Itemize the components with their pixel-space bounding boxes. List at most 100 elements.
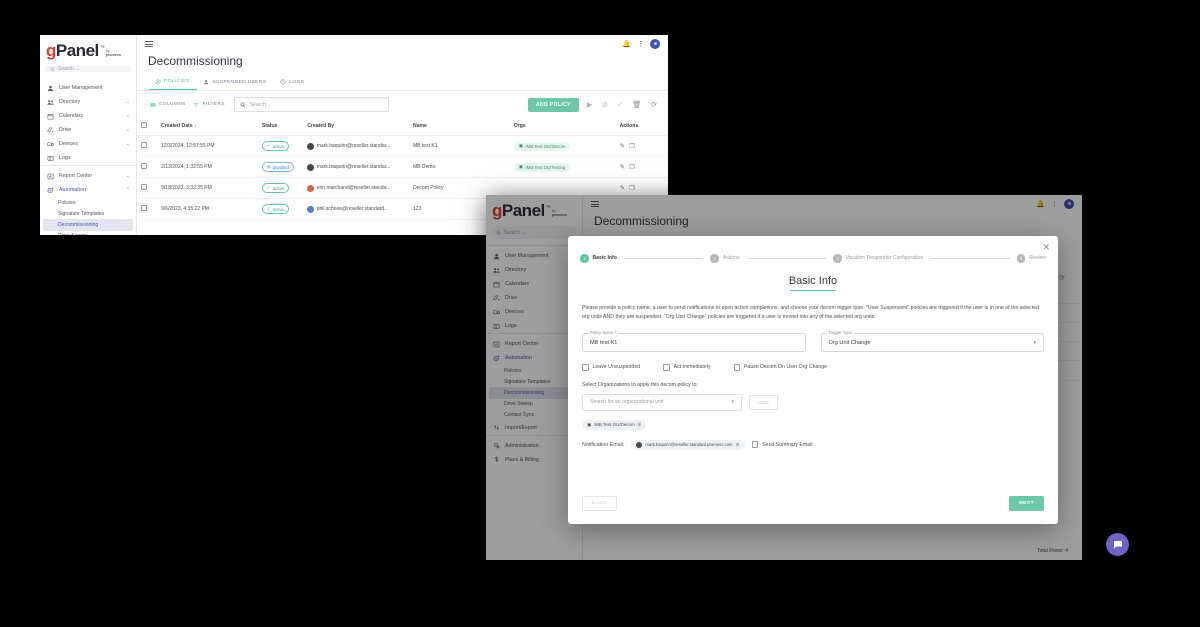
- sidebar-subitem-policies[interactable]: Policies: [40, 197, 136, 208]
- copy-icon[interactable]: ❐: [629, 143, 635, 150]
- sidebar-subitem-decommissioning[interactable]: Decommissioning: [43, 219, 133, 231]
- sidebar-subitem-signature-templates[interactable]: Signature Templates: [40, 208, 136, 219]
- checkbox-label: Send Summary Email: [762, 441, 813, 448]
- kebab-menu-icon[interactable]: ⋮: [637, 40, 644, 48]
- check-icon[interactable]: ✓: [616, 100, 624, 109]
- trash-icon[interactable]: 🗑: [631, 100, 643, 109]
- policy-name-field[interactable]: Policy Name * MB test K1: [582, 330, 806, 353]
- remove-icon[interactable]: ⊗: [637, 422, 641, 428]
- gpanel-logo: g Panel ™ by promevo: [486, 195, 582, 224]
- leave-unsuspended-checkbox[interactable]: Leave Unsuspended: [582, 364, 640, 371]
- checkbox-box: [751, 441, 759, 448]
- bell-icon[interactable]: 🔔: [1036, 200, 1045, 208]
- sidebar-subitem-drive-sweep[interactable]: Drive Sweep: [40, 231, 136, 235]
- sidebar-item-label: Drive: [59, 127, 72, 133]
- row-checkbox[interactable]: [141, 184, 147, 190]
- step-review[interactable]: 4 Review: [1016, 254, 1046, 263]
- row-checkbox-cell[interactable]: [137, 198, 158, 220]
- user-avatar[interactable]: [1064, 199, 1074, 209]
- kebab-menu-icon[interactable]: ⋮: [1051, 200, 1058, 208]
- select-all-checkbox[interactable]: [141, 122, 147, 128]
- copy-icon[interactable]: ❐: [629, 185, 635, 192]
- chat-fab-button[interactable]: [1106, 533, 1129, 556]
- row-checkbox[interactable]: [141, 163, 147, 169]
- tab-logs[interactable]: LOGS: [274, 74, 312, 90]
- column-created-date[interactable]: Created Date ↓: [157, 117, 258, 136]
- send-summary-email-checkbox[interactable]: Send Summary Email: [751, 441, 813, 448]
- sidebar-item-devices[interactable]: Devices ⌄: [40, 137, 136, 151]
- total-rows-label: Total Rows: 4: [1036, 548, 1068, 554]
- column-name[interactable]: Name: [409, 117, 510, 136]
- sidebar-win1: g Panel ™ by promevo Search ... User Mana…: [40, 35, 137, 235]
- add-policy-button[interactable]: ADD POLICY: [527, 97, 579, 112]
- user-avatar[interactable]: [650, 39, 660, 49]
- refresh-icon[interactable]: ⟳: [1058, 273, 1066, 282]
- sidebar-search-input[interactable]: Search ...: [46, 66, 130, 72]
- remove-icon[interactable]: ⊗: [736, 442, 740, 448]
- sidebar-item-label: Administration: [505, 442, 539, 449]
- gear-icon: [46, 186, 54, 194]
- chevron-down-icon: ⌄: [125, 127, 130, 133]
- block-icon[interactable]: ⊘: [601, 100, 609, 109]
- next-button[interactable]: NEXT: [1009, 496, 1044, 511]
- back-button[interactable]: BACK: [582, 496, 618, 511]
- column-created-by[interactable]: Created By: [303, 117, 410, 136]
- row-checkbox-cell[interactable]: [137, 135, 158, 157]
- column-orgs[interactable]: Orgs: [509, 117, 616, 136]
- step-connector: [623, 257, 704, 259]
- menu-toggle-icon[interactable]: [591, 201, 599, 207]
- policy-name-input[interactable]: MB test K1: [582, 333, 806, 353]
- sidebar-search-input[interactable]: Search ...: [492, 226, 576, 239]
- row-checkbox-cell[interactable]: [137, 156, 158, 178]
- trigger-type-select[interactable]: Org Unit Change ▾: [820, 333, 1044, 353]
- table-row[interactable]: 12/3/2024, 12:57:55 PM ✓ active mark.baq…: [137, 135, 668, 157]
- edit-icon[interactable]: ✎: [620, 164, 625, 171]
- act-immediately-checkbox[interactable]: Act Immediately: [663, 364, 711, 371]
- tab-suspended-users[interactable]: SUSPENDED USERS: [197, 74, 274, 90]
- filters-label: FILTERS: [202, 102, 225, 107]
- sidebar-item-logs[interactable]: Logs: [40, 151, 136, 165]
- refresh-icon[interactable]: ⟳: [650, 100, 658, 109]
- sidebar-item-label: Plans & Billing: [505, 456, 539, 463]
- pause-decom-checkbox[interactable]: Pause Decom On User Org Change: [733, 364, 827, 371]
- filter-icon: [193, 101, 200, 108]
- sidebar-item-directory[interactable]: Directory ⌄: [40, 95, 136, 109]
- columns-button[interactable]: COLUMNS: [149, 101, 186, 108]
- sidebar-item-user-management[interactable]: User Management: [40, 81, 136, 95]
- menu-toggle-icon[interactable]: [145, 41, 153, 47]
- table-row[interactable]: 2/13/2024, 1:32:55 PM ⊘ disabled mark.ba…: [137, 156, 668, 178]
- table-header-row: Created Date ↓ Status Created By Name Or…: [137, 117, 668, 136]
- step-actions[interactable]: 2 Actions: [710, 254, 740, 263]
- options-checkbox-row: Leave Unsuspended Act Immediately Pause …: [582, 364, 1044, 371]
- notification-email-label: Notification Email:: [582, 441, 625, 448]
- sidebar-item-drive[interactable]: Drive ⌄: [40, 123, 136, 137]
- edit-icon[interactable]: ✎: [620, 185, 625, 192]
- row-checkbox[interactable]: [141, 142, 147, 148]
- row-checkbox[interactable]: [141, 205, 147, 211]
- copy-icon[interactable]: ❐: [629, 164, 635, 171]
- select-all-checkbox-cell[interactable]: [137, 117, 158, 136]
- edit-icon[interactable]: ✎: [620, 143, 625, 150]
- play-icon[interactable]: ▶: [586, 100, 594, 109]
- sidebar-item-calendars[interactable]: Calendars ⌄: [40, 109, 136, 123]
- sidebar-item-label: Calendars: [505, 281, 530, 287]
- sidebar-subitem-decommissioning[interactable]: Decommissioning: [489, 387, 579, 399]
- org-search-select[interactable]: Search for an organizational unit ▾: [582, 393, 742, 411]
- org-selector-row: Search for an organizational unit ▾ ADD: [582, 393, 1044, 411]
- step-basic-info[interactable]: 1 Basic Info: [580, 254, 617, 263]
- trigger-type-field[interactable]: Trigger Type Org Unit Change ▾: [820, 330, 1044, 353]
- step-vacation-responder[interactable]: 3 Vacation Responder Configuration: [833, 254, 923, 263]
- sidebar-item-automation[interactable]: Automation ⌃: [40, 183, 136, 197]
- filters-button[interactable]: FILTERS: [193, 101, 225, 108]
- topbar-win2: 🔔 ⋮: [583, 195, 1082, 213]
- bell-icon[interactable]: 🔔: [622, 40, 631, 48]
- close-icon[interactable]: ✕: [1042, 243, 1050, 252]
- devices-icon: [492, 308, 500, 316]
- sidebar-item-report-center[interactable]: Report Center ⌄: [40, 169, 136, 183]
- checkbox-box: [663, 364, 670, 371]
- row-checkbox-cell[interactable]: [137, 177, 158, 199]
- add-org-button[interactable]: ADD: [749, 394, 779, 410]
- table-search-input[interactable]: Search...: [233, 97, 389, 112]
- column-status[interactable]: Status: [257, 117, 304, 136]
- tab-policies[interactable]: POLICIES: [149, 74, 198, 90]
